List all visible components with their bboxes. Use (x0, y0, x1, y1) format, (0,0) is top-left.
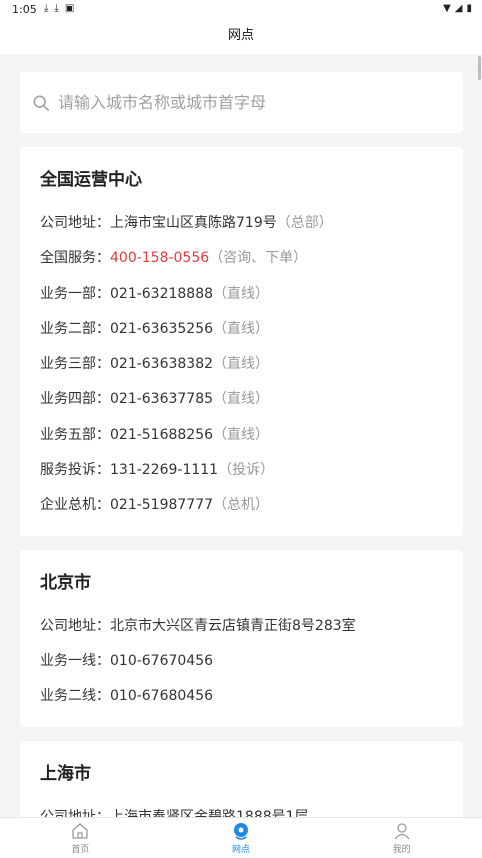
phone-number[interactable]: 021-63637785 (110, 391, 213, 407)
branch-card-title: 全国运营中心 (40, 170, 142, 190)
info-note: （直线） (213, 356, 270, 373)
branch-card: 上海市公司地址：上海市奉贤区金碧路1888号1层 (20, 740, 463, 817)
branch-card: 北京市 公司地址：北京市大兴区青云店镇青正街8号283室 业务一线：010-6767… (20, 549, 463, 727)
info-row: 企业总机：021-51987777（总机） (40, 488, 443, 523)
tab-home-label: 首页 (71, 845, 90, 855)
status-notification-icons: ⤓ ⤓ ▣ (44, 3, 74, 14)
status-bar: 1:05 ⤓ ⤓ ▣ ▼ ◢ ▮ (0, 0, 482, 20)
info-label: 业务四部： (40, 391, 110, 408)
info-label: 业务三部： (40, 356, 110, 373)
info-note: （投诉） (218, 462, 275, 479)
tab-branches[interactable]: 网点 (201, 821, 281, 855)
download-icon: ⤓ (54, 3, 59, 14)
info-row: 业务二线：010-67680456 (40, 679, 443, 714)
info-label: 服务投诉： (40, 462, 110, 479)
accessibility-icon: ▣ (64, 3, 75, 14)
info-label: 业务五部： (40, 426, 110, 443)
info-note: （直线） (213, 320, 270, 337)
tab-home[interactable]: 首页 (40, 821, 120, 855)
scrollbar[interactable] (478, 56, 481, 80)
info-label: 业务一部： (40, 285, 110, 302)
info-row: 业务一部：021-63218888（直线） (40, 277, 443, 312)
info-value: 上海市宝山区真陈路719号 (110, 215, 277, 231)
info-label: 公司地址： (40, 215, 110, 231)
page-title: 网点 (227, 28, 254, 43)
download-icon: ⤓ (44, 3, 49, 14)
tab-bar: 首页 网点 我的 (0, 817, 482, 858)
info-row: 业务四部：021-63637785（直线） (40, 382, 443, 417)
nav-bar: 网点 (0, 20, 482, 54)
info-row: 公司地址：上海市奉贤区金碧路1888号1层 (40, 800, 443, 817)
phone-number[interactable]: 131-2269-1111 (110, 462, 218, 478)
tab-profile-label: 我的 (392, 845, 411, 855)
info-value: 北京市大兴区青云店镇青正街8号283室 (110, 617, 356, 634)
tab-profile[interactable]: 我的 (362, 821, 442, 855)
info-label: 业务一线： (40, 652, 110, 669)
location-icon (233, 823, 248, 840)
info-row: 全国服务：400-158-0556（咨询、下单） (40, 241, 443, 276)
search-icon (33, 94, 50, 111)
branch-list[interactable]: 全国运营中心公司地址：上海市宝山区真陈路719号（总部）全国服务：400-158… (20, 72, 463, 817)
status-system-icons: ▼ ◢ ▮ (443, 3, 472, 14)
phone-number[interactable]: 021-51987777 (110, 497, 213, 513)
signal-icon: ◢ (454, 3, 463, 14)
search-input[interactable] (58, 93, 463, 112)
info-note: （直线） (213, 426, 270, 443)
phone-number[interactable]: 010-67670456 (110, 653, 213, 669)
tab-branches-label: 网点 (231, 845, 250, 855)
branch-card: 全国运营中心 公司地址：上海市宝山区真陈路719号（总部） 全国服务：400-158… (20, 147, 463, 536)
info-row: 业务五部：021-51688256（直线） (40, 418, 443, 453)
info-label: 业务二部： (40, 320, 110, 337)
info-label: 业务二线： (40, 688, 110, 705)
user-icon (394, 823, 410, 840)
info-row: 业务三部：021-63638382（直线） (40, 347, 443, 382)
branch-card-title: 北京市 (40, 572, 91, 593)
info-note: （总机） (213, 497, 270, 514)
info-note: （直线） (213, 285, 270, 302)
search-box[interactable] (20, 72, 463, 133)
info-value: 上海市奉贤区金碧路1888号1层 (110, 808, 309, 817)
info-label: 企业总机： (40, 497, 110, 514)
info-row: 公司地址：上海市宝山区真陈路719号（总部） (40, 206, 443, 241)
phone-number[interactable]: 021-63638382 (110, 356, 213, 372)
info-row: 服务投诉：131-2269-1111（投诉） (40, 453, 443, 488)
phone-number[interactable]: 021-51688256 (110, 427, 213, 443)
home-icon (72, 823, 88, 839)
info-note: （总部） (276, 215, 333, 231)
phone-number[interactable]: 021-63218888 (110, 286, 213, 302)
phone-number[interactable]: 021-63635256 (110, 321, 213, 337)
status-time: 1:05 (12, 3, 37, 16)
info-label: 公司地址： (40, 808, 110, 817)
info-note: （直线） (213, 391, 270, 408)
battery-icon: ▮ (466, 3, 472, 14)
info-row: 业务二部：021-63635256（直线） (40, 312, 443, 347)
info-label: 公司地址： (40, 617, 110, 634)
info-row: 公司地址：北京市大兴区青云店镇青正街8号283室 (40, 609, 443, 644)
phone-number[interactable]: 010-67680456 (110, 688, 213, 704)
info-label: 全国服务： (40, 250, 110, 267)
phone-number[interactable]: 400-158-0556 (110, 250, 209, 266)
wifi-icon: ▼ (443, 3, 451, 14)
info-note: （咨询、下单） (209, 250, 308, 267)
branch-card-title: 上海市 (40, 763, 91, 784)
info-row: 业务一线：010-67670456 (40, 644, 443, 679)
